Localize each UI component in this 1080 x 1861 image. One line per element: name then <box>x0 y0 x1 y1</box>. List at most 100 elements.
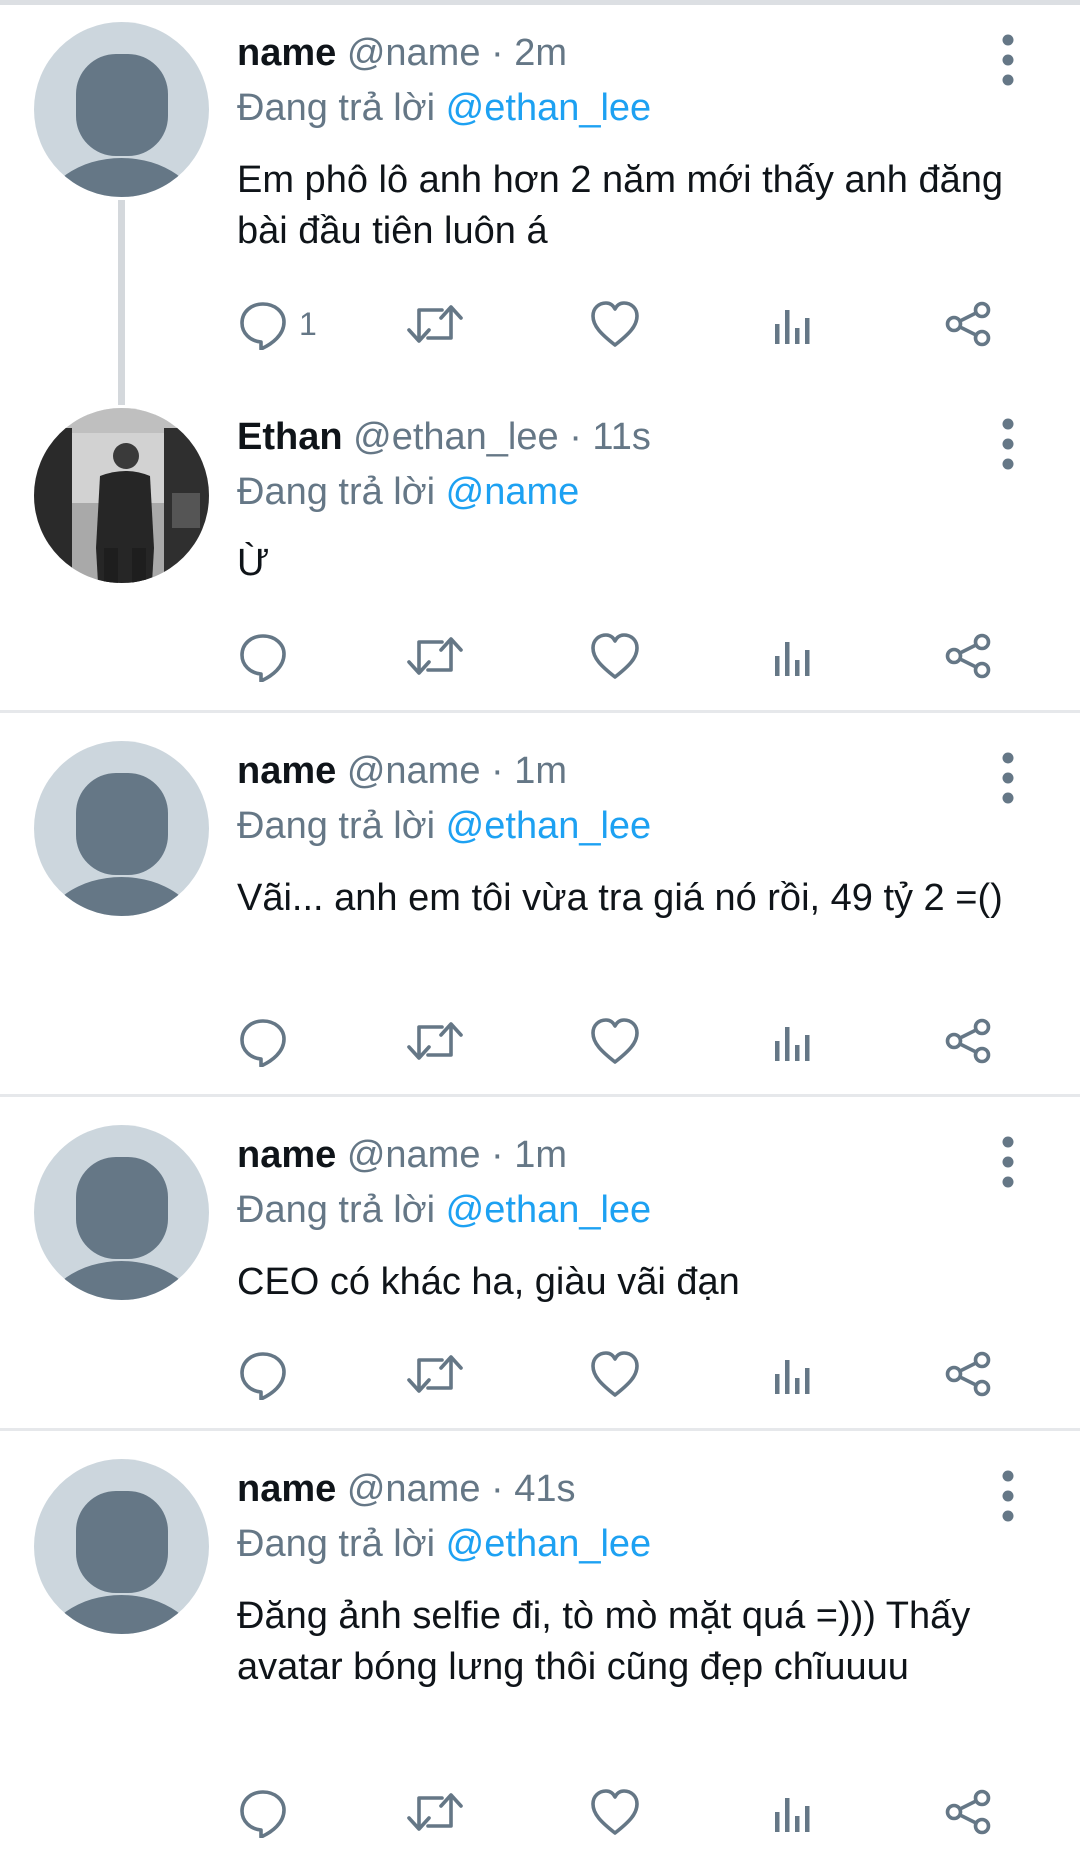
like-button[interactable] <box>589 626 641 686</box>
reply-icon <box>240 1790 286 1838</box>
stats-button[interactable] <box>767 1011 819 1071</box>
action-bar <box>237 1011 1027 1071</box>
retweet-button[interactable] <box>405 1344 465 1404</box>
retweet-icon <box>407 1022 463 1060</box>
action-bar <box>237 1782 1027 1842</box>
reply-prefix: Đang trả lời <box>237 1523 436 1565</box>
more-button[interactable] <box>988 30 1028 90</box>
more-icon <box>1002 1136 1014 1188</box>
user-handle[interactable]: @name <box>347 1134 481 1176</box>
display-name[interactable]: name <box>237 750 336 792</box>
user-handle[interactable]: @name <box>347 750 481 792</box>
timestamp[interactable]: · 1m <box>491 1134 567 1176</box>
stats-icon <box>775 310 810 344</box>
display-name[interactable]: name <box>237 1134 336 1176</box>
stats-button[interactable] <box>767 626 819 686</box>
retweet-button[interactable] <box>405 626 465 686</box>
like-button[interactable] <box>589 1011 641 1071</box>
like-icon <box>591 633 639 679</box>
display-name[interactable]: name <box>237 32 336 74</box>
reply-mention[interactable]: @name <box>446 471 580 513</box>
stats-button[interactable] <box>767 1782 819 1842</box>
tweet-divider <box>0 1428 1080 1431</box>
more-button[interactable] <box>988 414 1028 474</box>
display-name[interactable]: Ethan <box>237 416 343 458</box>
tweet-header: Ethan @ethan_lee · 11s <box>237 414 651 460</box>
timestamp[interactable]: · 1m <box>491 750 567 792</box>
user-handle[interactable]: @name <box>347 1468 481 1510</box>
share-button[interactable] <box>942 1344 994 1404</box>
like-button[interactable] <box>589 1344 641 1404</box>
like-icon <box>591 1018 639 1064</box>
reply-prefix: Đang trả lời <box>237 805 436 847</box>
reply-mention[interactable]: @ethan_lee <box>446 1523 652 1565</box>
top-divider <box>0 0 1080 5</box>
more-button[interactable] <box>988 1466 1028 1526</box>
user-handle[interactable]: @ethan_lee <box>353 416 559 458</box>
tweet-header: name @name · 1m <box>237 1132 567 1178</box>
avatar[interactable] <box>34 408 209 583</box>
share-icon <box>945 1789 991 1835</box>
reply-prefix: Đang trả lời <box>237 1189 436 1231</box>
default-avatar-icon <box>47 773 196 916</box>
stats-icon <box>775 1027 810 1061</box>
tweet-divider <box>0 1094 1080 1097</box>
more-icon <box>1002 752 1014 804</box>
reply-context: Đang trả lời @name <box>237 469 579 515</box>
share-icon <box>945 633 991 679</box>
more-icon <box>1002 34 1014 86</box>
timestamp[interactable]: · 2m <box>491 32 567 74</box>
reply-icon <box>240 634 286 682</box>
thread-connector <box>118 200 125 405</box>
reply-button[interactable] <box>237 1011 299 1071</box>
share-button[interactable] <box>942 1782 994 1842</box>
stats-icon <box>775 1798 810 1832</box>
more-button[interactable] <box>988 748 1028 808</box>
action-bar: 1 <box>237 294 1027 354</box>
avatar[interactable] <box>34 1125 209 1300</box>
user-handle[interactable]: @name <box>347 32 481 74</box>
share-icon <box>945 1018 991 1064</box>
reply-button[interactable] <box>237 1782 299 1842</box>
avatar[interactable] <box>34 741 209 916</box>
tweet-text: Ừ <box>237 542 270 584</box>
display-name[interactable]: name <box>237 1468 336 1510</box>
reply-icon <box>240 1019 286 1067</box>
reply-button[interactable] <box>237 626 299 686</box>
more-icon <box>1002 1470 1014 1522</box>
reply-mention[interactable]: @ethan_lee <box>446 805 652 847</box>
default-avatar-icon <box>47 1157 196 1300</box>
tweet-header: name @name · 2m <box>237 30 567 76</box>
action-bar <box>237 626 1027 686</box>
stats-button[interactable] <box>767 294 819 354</box>
stats-button[interactable] <box>767 1344 819 1404</box>
timestamp[interactable]: · 41s <box>491 1468 575 1510</box>
more-button[interactable] <box>988 1132 1028 1192</box>
default-avatar-icon <box>47 54 196 197</box>
share-icon <box>945 1351 991 1397</box>
avatar[interactable] <box>34 22 209 197</box>
retweet-button[interactable] <box>405 1782 465 1842</box>
stats-icon <box>775 642 810 676</box>
share-button[interactable] <box>942 1011 994 1071</box>
default-avatar-icon <box>47 1491 196 1634</box>
retweet-icon <box>407 1793 463 1831</box>
reply-button[interactable] <box>237 1344 299 1404</box>
retweet-icon <box>407 305 463 343</box>
tweet-divider <box>0 710 1080 713</box>
reply-mention[interactable]: @ethan_lee <box>446 87 652 129</box>
tweet-header: name @name · 1m <box>237 748 567 794</box>
timestamp[interactable]: · 11s <box>569 416 651 458</box>
share-button[interactable] <box>942 626 994 686</box>
share-button[interactable] <box>942 294 994 354</box>
retweet-button[interactable] <box>405 1011 465 1071</box>
retweet-button[interactable] <box>405 294 465 354</box>
photo-avatar-icon <box>34 408 209 583</box>
like-icon <box>591 301 639 347</box>
avatar[interactable] <box>34 1459 209 1634</box>
retweet-icon <box>407 1355 463 1393</box>
reply-mention[interactable]: @ethan_lee <box>446 1189 652 1231</box>
like-button[interactable] <box>589 1782 641 1842</box>
reply-button[interactable]: 1 <box>237 294 317 354</box>
like-button[interactable] <box>589 294 641 354</box>
